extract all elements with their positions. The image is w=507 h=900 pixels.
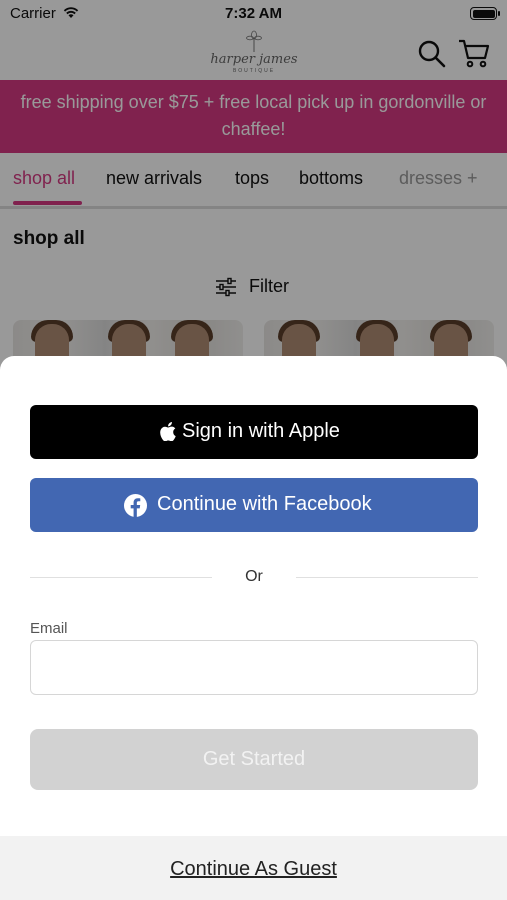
apple-icon (160, 422, 176, 441)
get-started-button[interactable]: Get Started (30, 729, 478, 790)
continue-with-facebook-button[interactable]: Continue with Facebook (30, 478, 478, 532)
email-field[interactable] (30, 640, 478, 695)
facebook-icon (124, 494, 147, 517)
continue-as-guest-link[interactable]: Continue As Guest (0, 858, 507, 881)
sign-in-with-apple-button[interactable]: Sign in with Apple (30, 405, 478, 459)
email-label: Email (30, 620, 68, 637)
or-separator: Or (245, 568, 263, 585)
guest-bar: Continue As Guest (0, 836, 507, 900)
facebook-button-label: Continue with Facebook (157, 493, 372, 515)
apple-button-label: Sign in with Apple (182, 420, 340, 442)
divider (296, 577, 478, 578)
divider (30, 577, 212, 578)
sign-in-sheet: Sign in with Apple Continue with Faceboo… (0, 356, 507, 900)
